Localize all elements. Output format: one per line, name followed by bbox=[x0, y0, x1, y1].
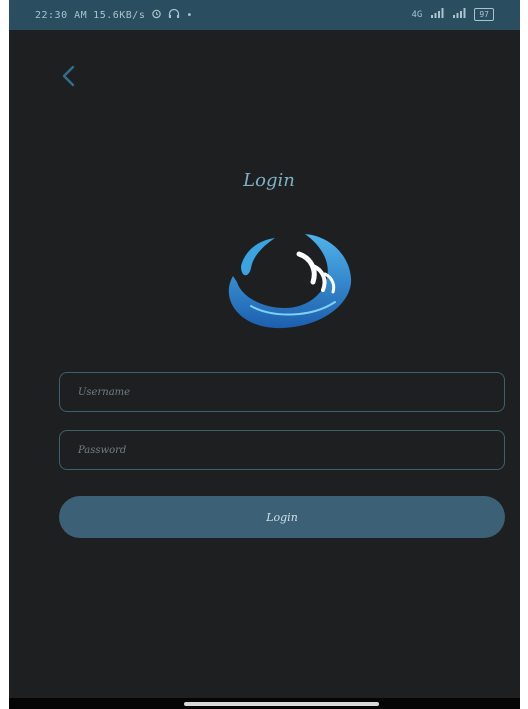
water-wave-logo bbox=[228, 234, 352, 329]
alarm-icon bbox=[151, 8, 162, 22]
login-button[interactable]: Login bbox=[59, 496, 505, 538]
phone-screen: 22:30 AM 15.6KB/s • 4G 97 Login Username… bbox=[9, 0, 520, 709]
status-right: 4G 97 bbox=[412, 8, 494, 21]
notification-dot-icon: • bbox=[186, 9, 193, 21]
password-field[interactable] bbox=[59, 430, 505, 470]
headphones-icon bbox=[168, 8, 180, 22]
username-field[interactable] bbox=[59, 372, 505, 412]
username-input[interactable] bbox=[60, 373, 504, 411]
signal-icon bbox=[430, 8, 444, 21]
battery-icon: 97 bbox=[474, 8, 494, 21]
signal-icon-2 bbox=[452, 8, 466, 21]
home-indicator[interactable] bbox=[184, 702, 379, 706]
status-speed: 15.6KB/s bbox=[93, 9, 146, 21]
status-left: 22:30 AM 15.6KB/s • bbox=[35, 8, 193, 22]
password-input[interactable] bbox=[60, 431, 504, 469]
back-button[interactable] bbox=[55, 62, 83, 90]
page-title: Login bbox=[243, 170, 295, 191]
network-label: 4G bbox=[411, 9, 423, 20]
chevron-left-icon bbox=[62, 65, 75, 87]
status-bar: 22:30 AM 15.6KB/s • 4G 97 bbox=[9, 0, 520, 30]
status-time: 22:30 AM bbox=[35, 9, 88, 21]
